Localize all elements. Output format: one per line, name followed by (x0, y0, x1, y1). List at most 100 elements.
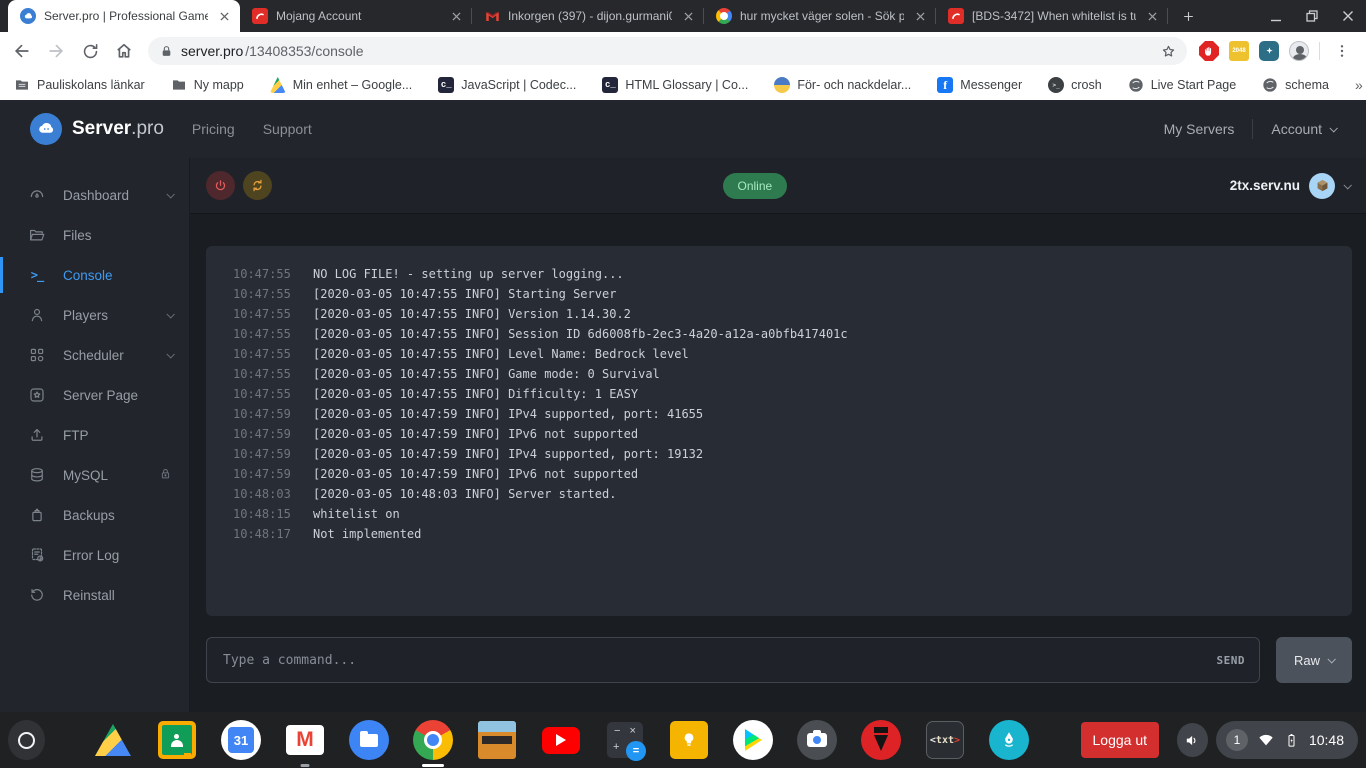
tab-title: Mojang Account (276, 9, 440, 23)
calendar-app[interactable]: 31 (221, 720, 261, 760)
bookmark-folder-ny-mapp[interactable]: Ny mapp (171, 77, 244, 93)
header-right: My Servers Account (1164, 119, 1336, 139)
sidebar-item-ftp[interactable]: FTP (0, 415, 189, 455)
tab-title: hur mycket väger solen - Sök på (740, 9, 904, 23)
power-button[interactable] (206, 171, 235, 200)
bookmark-drive[interactable]: Min enhet – Google... (270, 77, 413, 93)
sidebar-item-server-page[interactable]: Server Page (0, 375, 189, 415)
tab-mojang[interactable]: Mojang Account (240, 0, 472, 32)
serverpro-logo[interactable]: Server.pro (30, 113, 164, 145)
sidebar-item-files[interactable]: Files (0, 215, 189, 255)
lock-icon (158, 466, 173, 484)
close-window-button[interactable] (1330, 0, 1366, 32)
sidebar-item-dashboard[interactable]: Dashboard (0, 175, 189, 215)
raw-mode-button[interactable]: Raw (1276, 637, 1352, 683)
system-tray[interactable]: 1 10:48 (1216, 721, 1358, 759)
reload-button[interactable] (74, 35, 106, 67)
sidebar-item-reinstall[interactable]: Reinstall (0, 575, 189, 615)
bookmark-codecademy-html[interactable]: c_ HTML Glossary | Co... (602, 77, 748, 93)
files-app[interactable] (349, 720, 389, 760)
chevron-down-icon (1329, 124, 1337, 132)
tab-gmail[interactable]: Inkorgen (397) - dijon.gurmani0 (472, 0, 704, 32)
tab-close-icon[interactable] (680, 8, 696, 24)
log-line: 10:47:55[2020-03-05 10:47:55 INFO] Level… (233, 344, 1332, 364)
google-drive-app[interactable] (93, 720, 133, 760)
sidebar-item-players[interactable]: Players (0, 295, 189, 335)
adblock-extension-icon[interactable] (1195, 37, 1223, 65)
nav-my-servers[interactable]: My Servers (1164, 121, 1235, 137)
serverpro-favicon (20, 8, 36, 24)
bookmark-label: HTML Glossary | Co... (625, 78, 748, 92)
log-line: 10:47:55[2020-03-05 10:47:55 INFO] Sessi… (233, 324, 1332, 344)
bookmark-crosh[interactable]: >_ crosh (1048, 77, 1102, 93)
console-log[interactable]: 10:47:55NO LOG FILE! - setting up server… (206, 246, 1352, 616)
tab-google-search[interactable]: hur mycket väger solen - Sök på (704, 0, 936, 32)
chrome-app[interactable] (413, 720, 453, 760)
youtube-app[interactable] (541, 720, 581, 760)
drawing-app[interactable] (861, 720, 901, 760)
launcher-button[interactable] (8, 720, 45, 760)
bookmark-schema[interactable]: schema (1262, 77, 1329, 93)
logout-button[interactable]: Logga ut (1081, 722, 1159, 758)
restore-button[interactable] (1294, 0, 1330, 32)
forward-button[interactable] (40, 35, 72, 67)
camera-app[interactable] (797, 720, 837, 760)
minimize-button[interactable] (1258, 0, 1294, 32)
restart-button[interactable] (243, 171, 272, 200)
bookmark-messenger[interactable]: f Messenger (937, 77, 1022, 93)
keep-app[interactable] (669, 720, 709, 760)
sidebar-item-mysql[interactable]: MySQL (0, 455, 189, 495)
bookmark-folder-pauliskolans[interactable]: Pauliskolans länkar (14, 77, 145, 93)
bookmark-star-icon[interactable] (1160, 43, 1177, 60)
nav-support[interactable]: Support (263, 121, 312, 137)
bookmark-label: Messenger (960, 78, 1022, 92)
chat-extension-icon[interactable] (1255, 37, 1283, 65)
back-button[interactable] (6, 35, 38, 67)
tab-close-icon[interactable] (1144, 8, 1160, 24)
bookmarks-overflow-chevron[interactable]: » (1355, 77, 1363, 93)
sidebar-item-console[interactable]: >_ Console (0, 255, 189, 295)
tab-close-icon[interactable] (216, 8, 232, 24)
volume-button[interactable] (1177, 723, 1208, 757)
send-button[interactable]: SEND (1217, 654, 1246, 667)
tab-bds-bug[interactable]: [BDS-3472] When whitelist is tur (936, 0, 1168, 32)
log-line: 10:47:59[2020-03-05 10:47:59 INFO] IPv6 … (233, 464, 1332, 484)
tab-close-icon[interactable] (448, 8, 464, 24)
active-indicator (422, 764, 444, 767)
classroom-app[interactable] (157, 720, 197, 760)
play-store-icon (733, 720, 773, 760)
calculator-app[interactable]: −×+ = (605, 720, 645, 760)
gmail-app[interactable]: M (285, 720, 325, 760)
status-area: Online (280, 173, 1230, 199)
tab-serverpro[interactable]: Server.pro | Professional Game (8, 0, 240, 32)
terminal-icon: >_ (1048, 77, 1064, 93)
bookmark-for-och-nackdelar[interactable]: För- och nackdelar... (774, 77, 911, 93)
calendar-icon: 31 (221, 720, 261, 760)
nav-account[interactable]: Account (1271, 121, 1336, 137)
person-icon (28, 306, 46, 324)
home-button[interactable] (108, 35, 140, 67)
browser-menu-button[interactable] (1326, 35, 1358, 67)
new-tab-button[interactable] (1174, 2, 1202, 30)
sidebar-item-backups[interactable]: Backups (0, 495, 189, 535)
bookmark-codecademy-js[interactable]: c_ JavaScript | Codec... (438, 77, 576, 93)
sidebar-item-scheduler[interactable]: Scheduler (0, 335, 189, 375)
profile-extension-icon[interactable] (1285, 37, 1313, 65)
address-bar[interactable]: server.pro/13408353/console (148, 37, 1187, 65)
sidebar-item-error-log[interactable]: Error Log (0, 535, 189, 575)
running-indicator (300, 764, 309, 767)
pen-app[interactable] (989, 720, 1029, 760)
pen-nib-icon (989, 720, 1029, 760)
command-input[interactable] (223, 653, 1217, 668)
server-selector[interactable]: 2tx.serv.nu (1230, 173, 1350, 199)
minecraft-game-app[interactable] (477, 720, 517, 760)
console-section: 10:47:55NO LOG FILE! - setting up server… (190, 214, 1366, 712)
play-store-app[interactable] (733, 720, 773, 760)
text-editor-app[interactable]: <txt> (925, 720, 965, 760)
bookmark-live-start-page[interactable]: Live Start Page (1128, 77, 1236, 93)
tab-close-icon[interactable] (912, 8, 928, 24)
codecademy-icon: c_ (438, 77, 454, 93)
main-area: Online 2tx.serv.nu 10:47:55NO LOG FILE! … (190, 158, 1366, 712)
game-2048-extension-icon[interactable]: 2048 (1225, 37, 1253, 65)
nav-pricing[interactable]: Pricing (192, 121, 235, 137)
